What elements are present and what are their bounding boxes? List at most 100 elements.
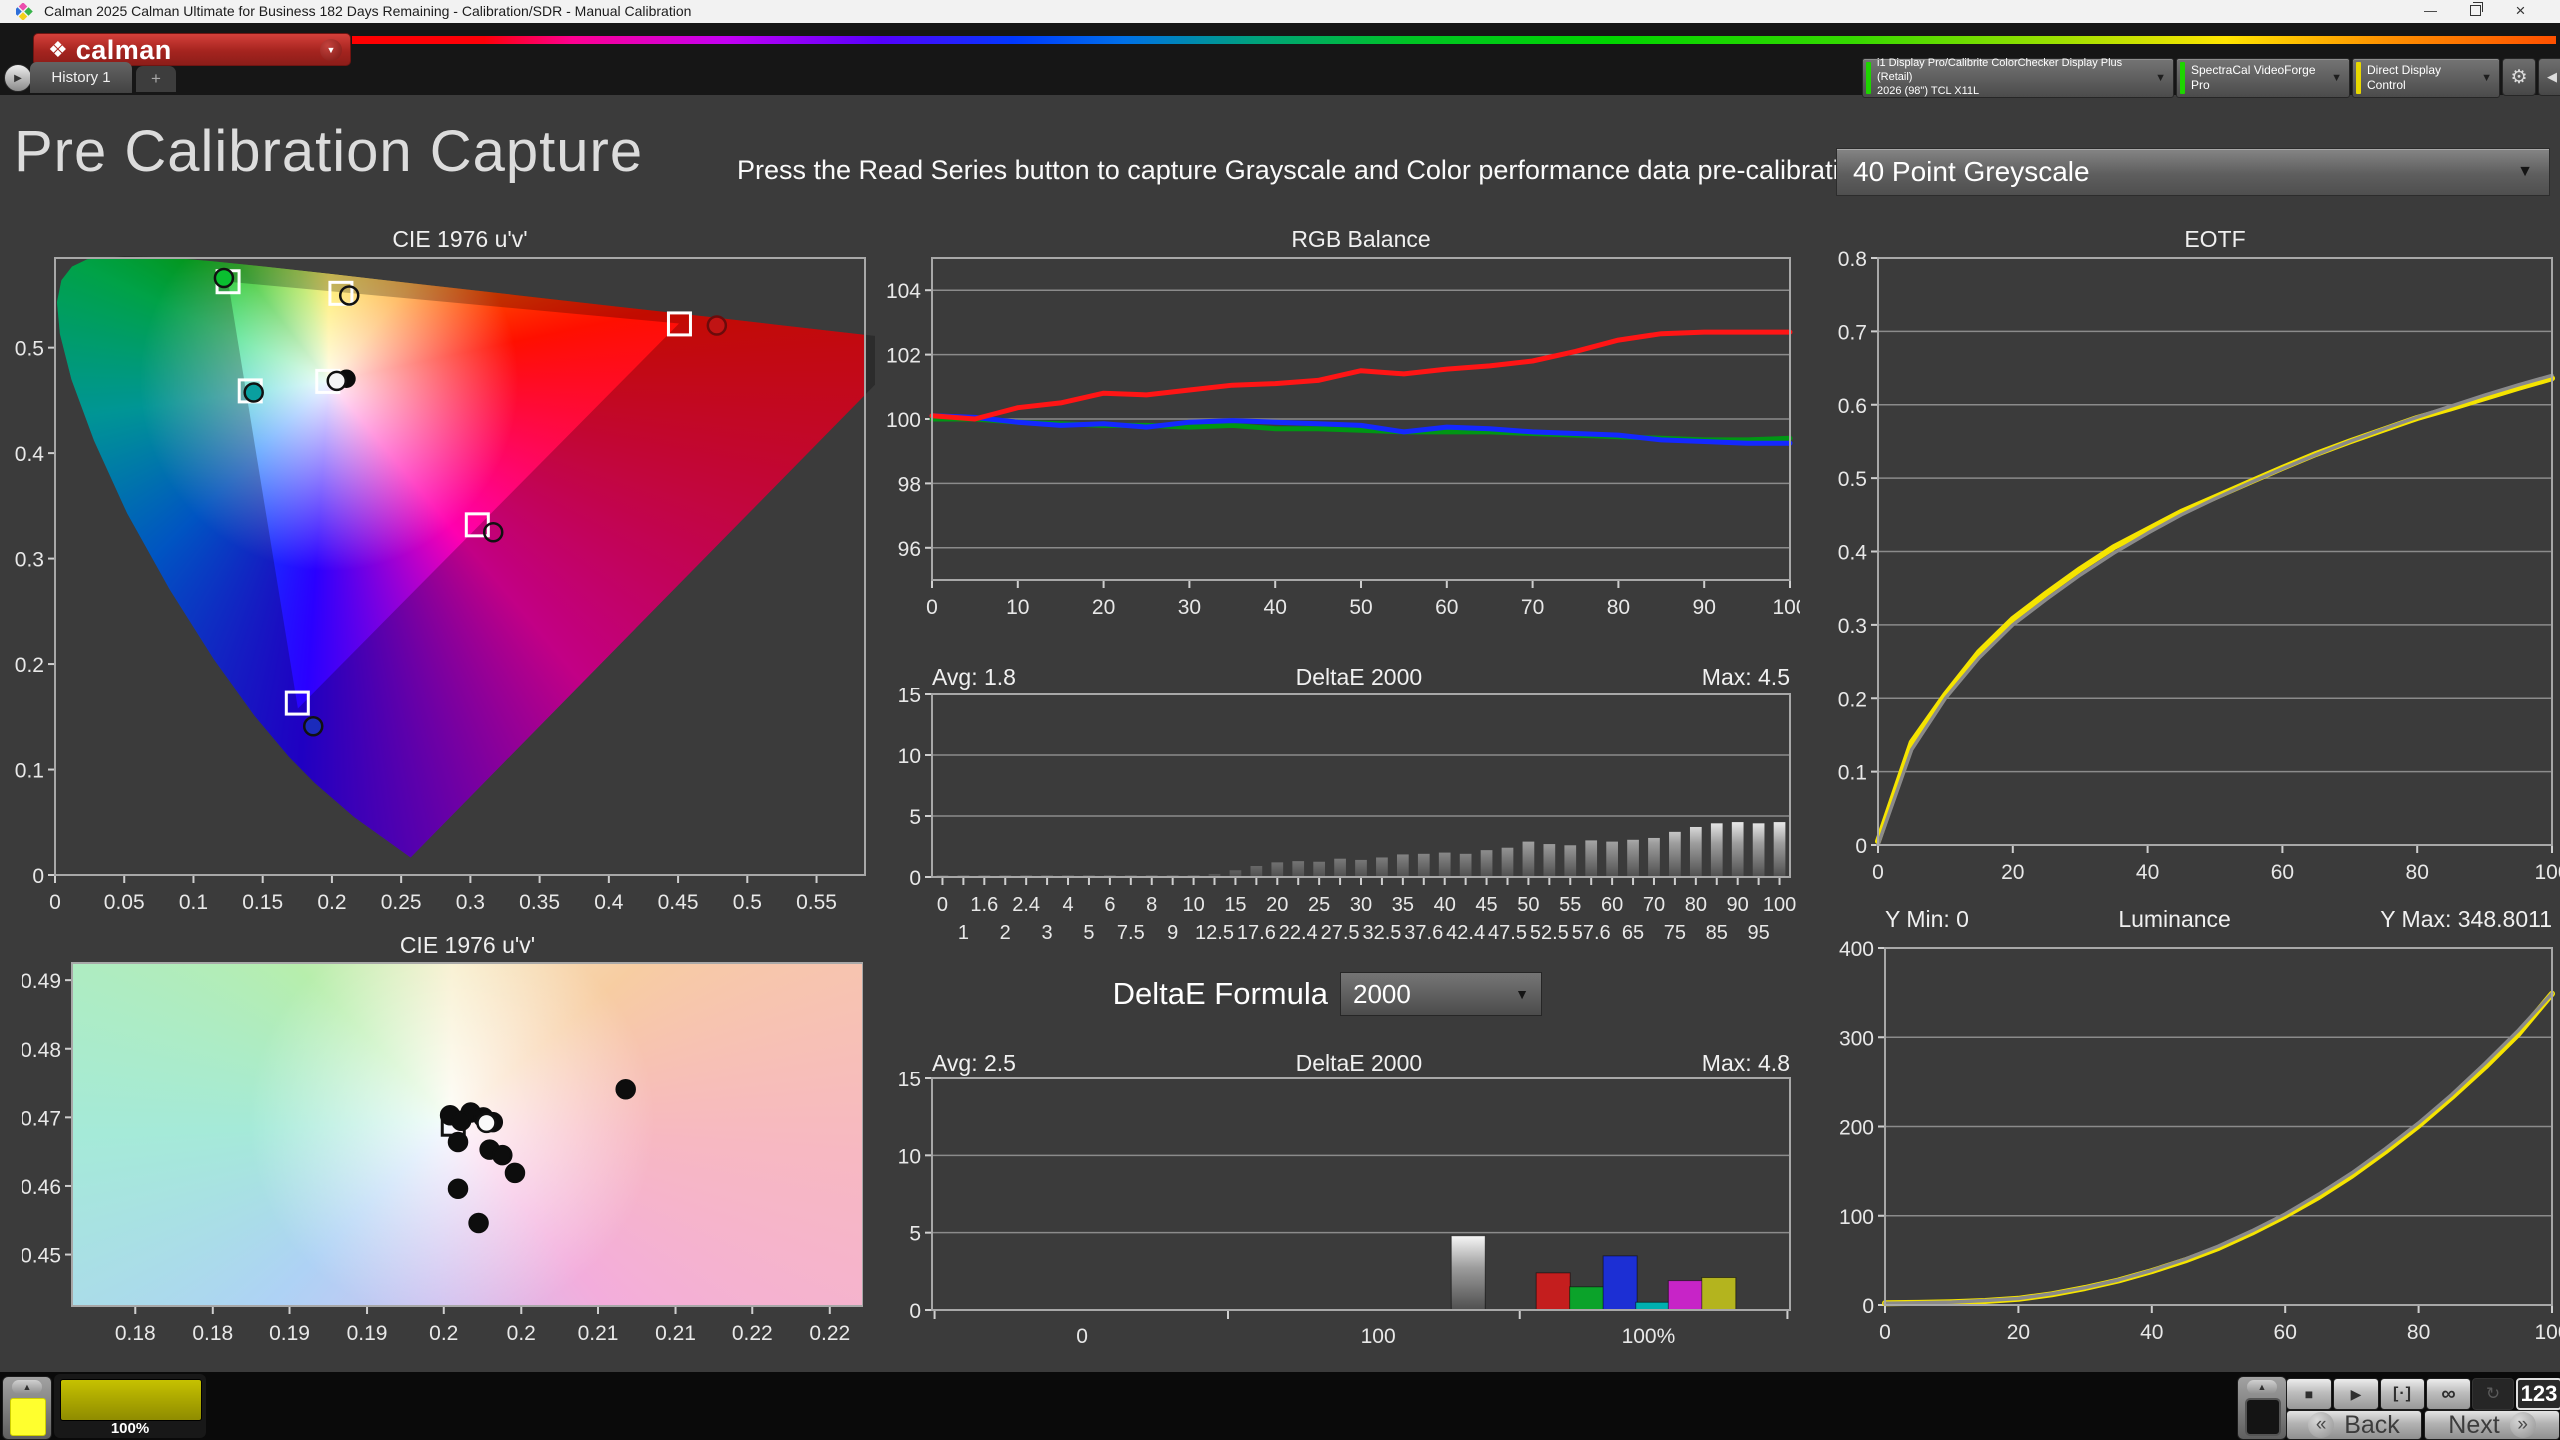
svg-text:15: 15 xyxy=(1224,894,1246,916)
svg-text:60: 60 xyxy=(2274,1321,2297,1344)
source-dropdown[interactable]: SpectraCal VideoForge Pro ▼ xyxy=(2176,58,2350,98)
pattern-preview[interactable]: 100% xyxy=(54,1374,206,1438)
control-status-bar xyxy=(2356,62,2361,94)
app-icon xyxy=(16,3,33,20)
deltae-grayscale-title: DeltaE 2000 xyxy=(1016,664,1702,691)
svg-text:90: 90 xyxy=(1693,596,1716,619)
svg-text:0.5: 0.5 xyxy=(15,338,44,361)
back-label: Back xyxy=(2344,1411,2400,1440)
svg-text:20: 20 xyxy=(2007,1321,2030,1344)
svg-text:70: 70 xyxy=(1521,596,1544,619)
deltae-grayscale-header: Avg: 1.8 DeltaE 2000 Max: 4.5 xyxy=(932,664,1790,691)
svg-text:1.6: 1.6 xyxy=(970,894,998,916)
refresh-button[interactable]: ↻ xyxy=(2472,1378,2514,1410)
layout-dropdown[interactable]: 40 Point Greyscale ▼ xyxy=(1836,148,2550,196)
svg-text:1: 1 xyxy=(958,922,969,944)
restore-icon[interactable] xyxy=(2453,0,2498,23)
pattern-color-widget[interactable]: ▲ xyxy=(2,1376,52,1440)
play-measure-button[interactable]: ▶ xyxy=(2333,1378,2379,1410)
rainbow-gradient-strip xyxy=(352,36,2556,44)
svg-text:20: 20 xyxy=(1092,596,1115,619)
svg-text:0.5: 0.5 xyxy=(733,891,762,914)
display-control-dropdown[interactable]: Direct Display Control ▼ xyxy=(2352,58,2500,98)
close-icon[interactable]: × xyxy=(2498,0,2543,23)
svg-text:60: 60 xyxy=(1435,596,1458,619)
pattern-window-up-button[interactable]: ▲ xyxy=(2247,1380,2277,1394)
svg-text:0.55: 0.55 xyxy=(796,891,837,914)
pattern-window-widget[interactable]: ▲ xyxy=(2237,1376,2287,1440)
next-button[interactable]: Next » xyxy=(2424,1410,2560,1440)
svg-text:85: 85 xyxy=(1706,922,1728,944)
svg-text:22.4: 22.4 xyxy=(1279,922,1318,944)
svg-text:0.2: 0.2 xyxy=(317,891,346,914)
stop-button[interactable]: ■ xyxy=(2286,1378,2332,1410)
luminance-title: Luminance xyxy=(1969,906,2380,933)
pattern-up-button[interactable]: ▲ xyxy=(12,1380,42,1394)
back-button[interactable]: « Back xyxy=(2286,1410,2422,1440)
collapse-panel-button[interactable]: ◀ xyxy=(2538,58,2560,96)
tab-history-1[interactable]: History 1 xyxy=(30,62,132,93)
deltae-formula-dropdown[interactable]: 2000 ▼ xyxy=(1340,972,1542,1016)
read-series-icon: [·] xyxy=(2393,1385,2412,1403)
svg-text:15: 15 xyxy=(898,688,921,707)
svg-text:2: 2 xyxy=(1000,922,1011,944)
svg-text:0: 0 xyxy=(926,596,938,619)
svg-text:17.6: 17.6 xyxy=(1237,922,1276,944)
rgb-balance-chart: 96981001021040102030405060708090100 xyxy=(880,250,1800,632)
settings-button[interactable]: ⚙ xyxy=(2502,58,2536,96)
svg-text:6: 6 xyxy=(1104,894,1115,916)
svg-text:0.7: 0.7 xyxy=(1838,321,1867,344)
svg-text:27.5: 27.5 xyxy=(1321,922,1360,944)
logo-menu-button[interactable]: ▼ xyxy=(320,39,342,61)
workflow-play-button[interactable]: ▶ xyxy=(4,64,32,92)
svg-text:50: 50 xyxy=(1517,894,1539,916)
pattern-color-swatch[interactable] xyxy=(10,1398,46,1436)
gear-icon: ⚙ xyxy=(2510,66,2527,89)
chevron-down-icon: ▼ xyxy=(1515,986,1529,1002)
read-series-button[interactable]: [·] xyxy=(2380,1378,2425,1410)
svg-text:0.46: 0.46 xyxy=(22,1176,61,1199)
svg-text:52.5: 52.5 xyxy=(1530,922,1569,944)
source-name: SpectraCal VideoForge Pro xyxy=(2191,63,2324,93)
chevron-down-icon: ▼ xyxy=(2331,72,2342,84)
svg-text:80: 80 xyxy=(1685,894,1707,916)
svg-text:60: 60 xyxy=(2271,861,2294,884)
minimize-icon[interactable]: — xyxy=(2408,0,2453,23)
numeric-display[interactable]: 123 xyxy=(2516,1378,2560,1410)
svg-text:98: 98 xyxy=(898,473,921,496)
svg-text:100%: 100% xyxy=(1622,1325,1676,1348)
svg-text:0.6: 0.6 xyxy=(1838,395,1867,418)
next-chevrons-icon: » xyxy=(2510,1412,2536,1438)
svg-text:70: 70 xyxy=(1643,894,1665,916)
svg-text:10: 10 xyxy=(898,1145,921,1168)
tab-label: History 1 xyxy=(51,69,110,86)
svg-text:3: 3 xyxy=(1042,922,1053,944)
svg-text:40: 40 xyxy=(1264,596,1287,619)
svg-text:100: 100 xyxy=(2534,1321,2560,1344)
svg-text:0.1: 0.1 xyxy=(1838,762,1867,785)
cie-chart-title: CIE 1976 u'v' xyxy=(55,226,865,253)
svg-text:0.5: 0.5 xyxy=(1838,468,1867,491)
svg-text:0.18: 0.18 xyxy=(115,1322,156,1345)
svg-text:30: 30 xyxy=(1178,596,1201,619)
svg-text:100: 100 xyxy=(1772,596,1800,619)
svg-text:15: 15 xyxy=(898,1072,921,1091)
svg-text:0.22: 0.22 xyxy=(732,1322,773,1345)
svg-text:0.1: 0.1 xyxy=(179,891,208,914)
svg-text:5: 5 xyxy=(1083,922,1094,944)
pattern-window-screen-icon xyxy=(2245,1398,2281,1436)
add-tab-button[interactable]: + xyxy=(136,66,176,92)
play-icon: ▶ xyxy=(14,73,22,84)
chevron-down-icon: ▼ xyxy=(327,45,336,55)
svg-text:0.2: 0.2 xyxy=(507,1322,536,1345)
bottom-bar xyxy=(0,1372,2560,1440)
svg-text:0.22: 0.22 xyxy=(809,1322,850,1345)
svg-text:25: 25 xyxy=(1308,894,1330,916)
svg-text:40: 40 xyxy=(2140,1321,2163,1344)
svg-text:95: 95 xyxy=(1747,922,1769,944)
continuous-read-button[interactable]: ∞ xyxy=(2426,1378,2471,1410)
back-chevrons-icon: « xyxy=(2308,1412,2334,1438)
svg-text:102: 102 xyxy=(886,345,921,368)
meter-dropdown[interactable]: i1 Display Pro/Calibrite ColorChecker Di… xyxy=(1862,58,2174,98)
svg-text:0.18: 0.18 xyxy=(192,1322,233,1345)
